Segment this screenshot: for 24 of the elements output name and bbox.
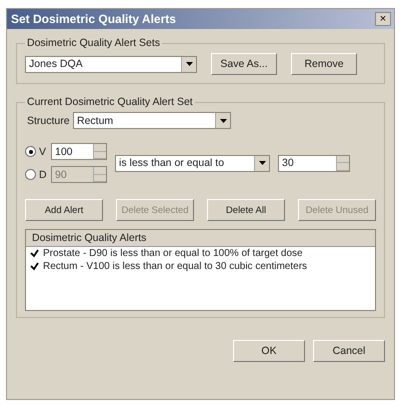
close-button[interactable]: × <box>375 12 391 26</box>
dialog-button[interactable]: Remove <box>291 53 357 75</box>
dialog-button[interactable]: Delete All <box>207 199 285 221</box>
radio-label: D <box>39 168 48 180</box>
operator-dropdown[interactable]: is less than or equal to <box>115 154 270 172</box>
dialog-button[interactable]: OK <box>233 340 305 362</box>
group-label: Current Dosimetric Quality Alert Set <box>26 96 194 108</box>
dialog-button[interactable]: Save As... <box>211 53 277 75</box>
group-label: Dosimetric Quality Alert Sets <box>26 37 162 49</box>
radio-label: V <box>39 146 48 158</box>
structure-label: Structure <box>27 114 67 126</box>
dialog-button[interactable]: Cancel <box>313 340 385 362</box>
structure-dropdown[interactable]: Rectum <box>73 112 231 129</box>
threshold-spin-field[interactable]: 30 <box>278 154 350 172</box>
alert-item: Rectum - V100 is less than or equal to 30 cubic centimeters <box>43 261 308 272</box>
radio-button[interactable] <box>25 146 36 157</box>
checkbox[interactable] <box>30 262 39 271</box>
alert-item: Prostate - D90 is less than or equal to 100% of target dose <box>43 248 303 259</box>
dialog-button[interactable]: Add Alert <box>25 199 103 221</box>
window-title: Set Dosimetric Quality Alerts <box>11 12 176 26</box>
spin-field[interactable]: 100 <box>51 143 107 160</box>
list-header: Dosimetric Quality Alerts <box>26 230 375 247</box>
alert-set-dropdown[interactable]: Jones DQA <box>25 56 197 72</box>
checkbox[interactable] <box>30 249 39 258</box>
